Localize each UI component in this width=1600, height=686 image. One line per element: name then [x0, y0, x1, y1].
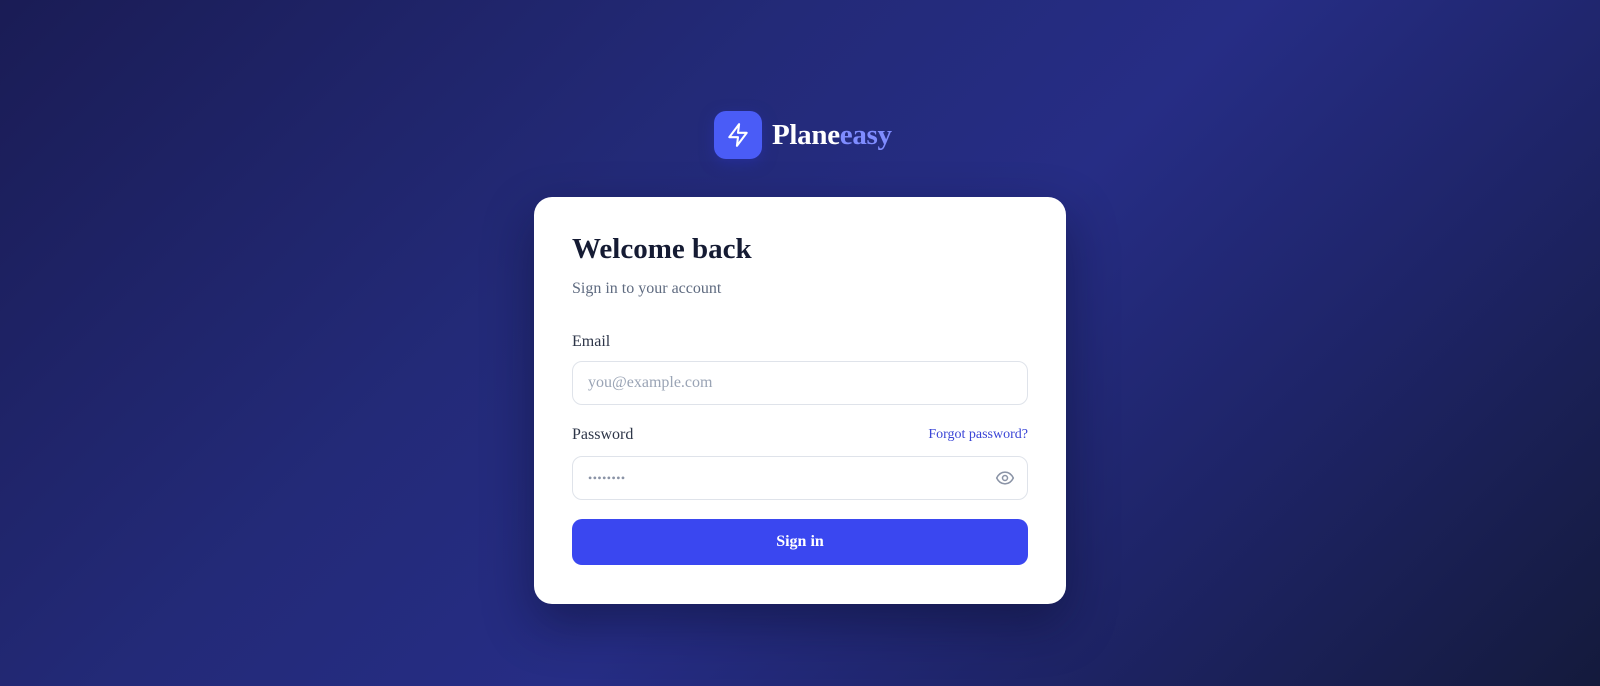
brand: Planeeasy [714, 111, 892, 159]
brand-name-part1: Plane [772, 119, 840, 151]
page-title: Welcome back [572, 233, 752, 265]
brand-name: Planeeasy [772, 111, 892, 159]
login-card: Welcome back Sign in to your account Ema… [534, 197, 1066, 604]
password-input[interactable] [573, 457, 1027, 499]
email-label: Email [572, 333, 611, 350]
forgot-password-link[interactable]: Forgot password? [928, 427, 1028, 443]
password-field-wrapper: •••••••• [572, 456, 1028, 500]
email-input[interactable] [573, 362, 1027, 404]
page-subtitle: Sign in to your account [572, 280, 722, 297]
email-field-wrapper [572, 361, 1028, 405]
eye-icon[interactable] [995, 468, 1015, 488]
password-label: Password [572, 426, 634, 443]
brand-name-part2: easy [839, 119, 892, 151]
lightning-bolt-icon [714, 111, 762, 159]
sign-in-button[interactable]: Sign in [572, 519, 1028, 565]
